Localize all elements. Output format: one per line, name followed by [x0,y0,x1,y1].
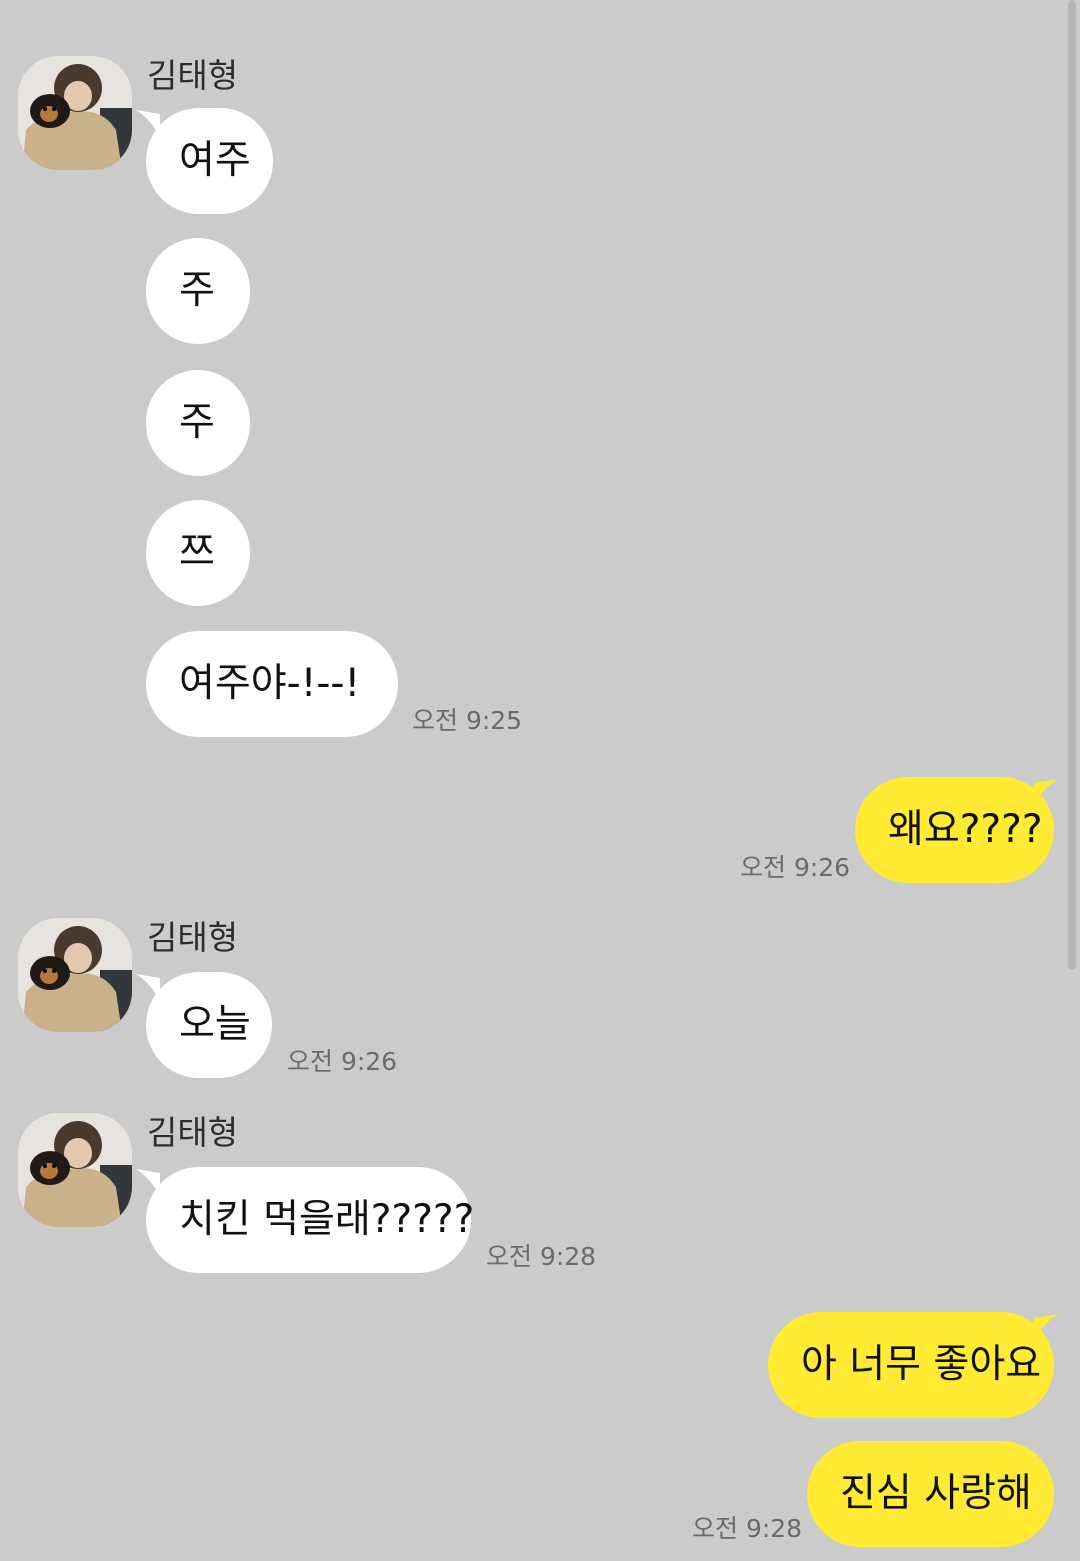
avatar[interactable] [18,918,132,1032]
sender-name: 김태형 [147,1113,239,1152]
incoming-message[interactable]: 여주야-!--! [146,631,398,737]
profile-photo [18,56,132,170]
avatar[interactable] [18,1113,132,1227]
outgoing-message[interactable]: 진심 사랑해 [807,1441,1054,1547]
incoming-message[interactable]: 주 [146,370,250,476]
scrollbar[interactable] [1068,0,1076,970]
incoming-message[interactable]: 오늘 [146,972,272,1078]
message-time: 오전 9:26 [740,853,851,882]
message-time: 오전 9:25 [412,706,523,735]
message-time: 오전 9:28 [692,1514,803,1543]
incoming-message[interactable]: 여주 [146,108,273,214]
incoming-message[interactable]: 주 [146,238,250,344]
message-time: 오전 9:28 [486,1242,597,1271]
incoming-message[interactable]: 쯔 [146,500,250,606]
outgoing-message[interactable]: 아 너무 좋아요 [768,1312,1054,1418]
sender-name: 김태형 [147,918,239,957]
profile-photo [18,918,132,1032]
avatar[interactable] [18,56,132,170]
incoming-message[interactable]: 치킨 먹을래????? [146,1167,474,1273]
sender-name: 김태형 [147,56,239,95]
outgoing-message[interactable]: 왜요???? [855,777,1054,883]
profile-photo [18,1113,132,1227]
message-time: 오전 9:26 [287,1047,398,1076]
chat-room[interactable]: 김태형 여주 주 주 쯔 여주야-!--! 오전 9:25 왜요???? 오전 … [0,0,1080,1561]
